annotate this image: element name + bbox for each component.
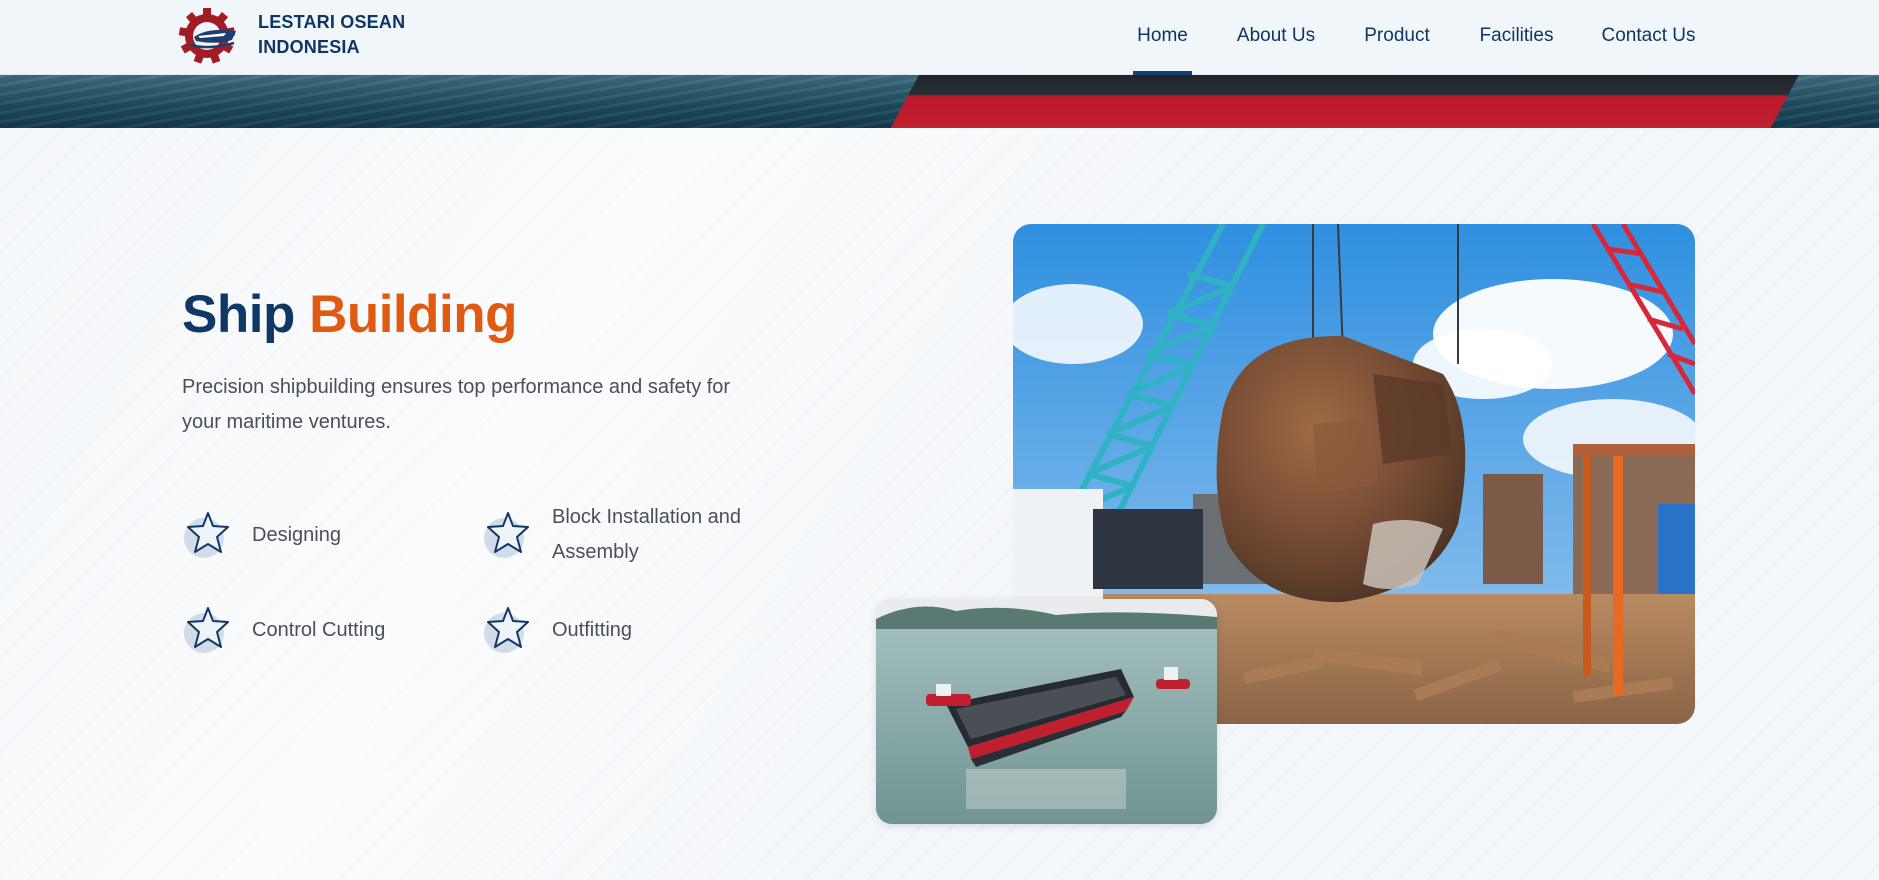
barge-on-water-photo — [876, 599, 1217, 824]
ship-building-section: Ship Building Precision shipbuilding ens… — [0, 128, 1879, 880]
hero-banner-image — [0, 75, 1879, 128]
nav-facilities[interactable]: Facilities — [1478, 0, 1555, 75]
barge-photo — [876, 599, 1217, 824]
nav-facilities-label: Facilities — [1479, 24, 1554, 46]
nav-product-label: Product — [1364, 24, 1430, 46]
nav-home-label: Home — [1137, 24, 1188, 46]
nav-contact-us[interactable]: Contact Us — [1601, 0, 1696, 75]
feature-label: Designing — [252, 523, 341, 546]
nav-about-us-label: About Us — [1236, 24, 1316, 46]
feature-block-installation: Block Installation and Assembly — [482, 493, 742, 577]
feature-control-cutting: Control Cutting — [182, 605, 442, 655]
main-nav: Home About Us Product Facilities Contact… — [0, 0, 1879, 75]
nav-about-us[interactable]: About Us — [1235, 0, 1317, 75]
feature-designing: Designing — [182, 510, 442, 560]
section-title-plain: Ship — [182, 285, 295, 344]
section-title: Ship Building — [182, 283, 518, 347]
feature-label: Block Installation and Assembly — [552, 506, 742, 563]
section-description: Precision shipbuilding ensures top perfo… — [182, 376, 731, 433]
nav-product[interactable]: Product — [1362, 0, 1432, 75]
feature-label: Control Cutting — [252, 618, 386, 641]
star-icon — [184, 512, 229, 558]
barge-hull-shape — [889, 75, 1801, 128]
section-title-accent: Building — [309, 285, 518, 344]
feature-outfitting: Outfitting — [482, 605, 742, 655]
site-header: LESTARI OSEAN INDONESIA Home About Us Pr… — [0, 0, 1879, 75]
nav-home[interactable]: Home — [1133, 0, 1192, 75]
nav-contact-us-label: Contact Us — [1601, 24, 1696, 46]
star-icon — [484, 512, 529, 558]
star-icon — [184, 607, 229, 653]
feature-label: Outfitting — [552, 618, 633, 641]
star-icon — [484, 607, 529, 653]
